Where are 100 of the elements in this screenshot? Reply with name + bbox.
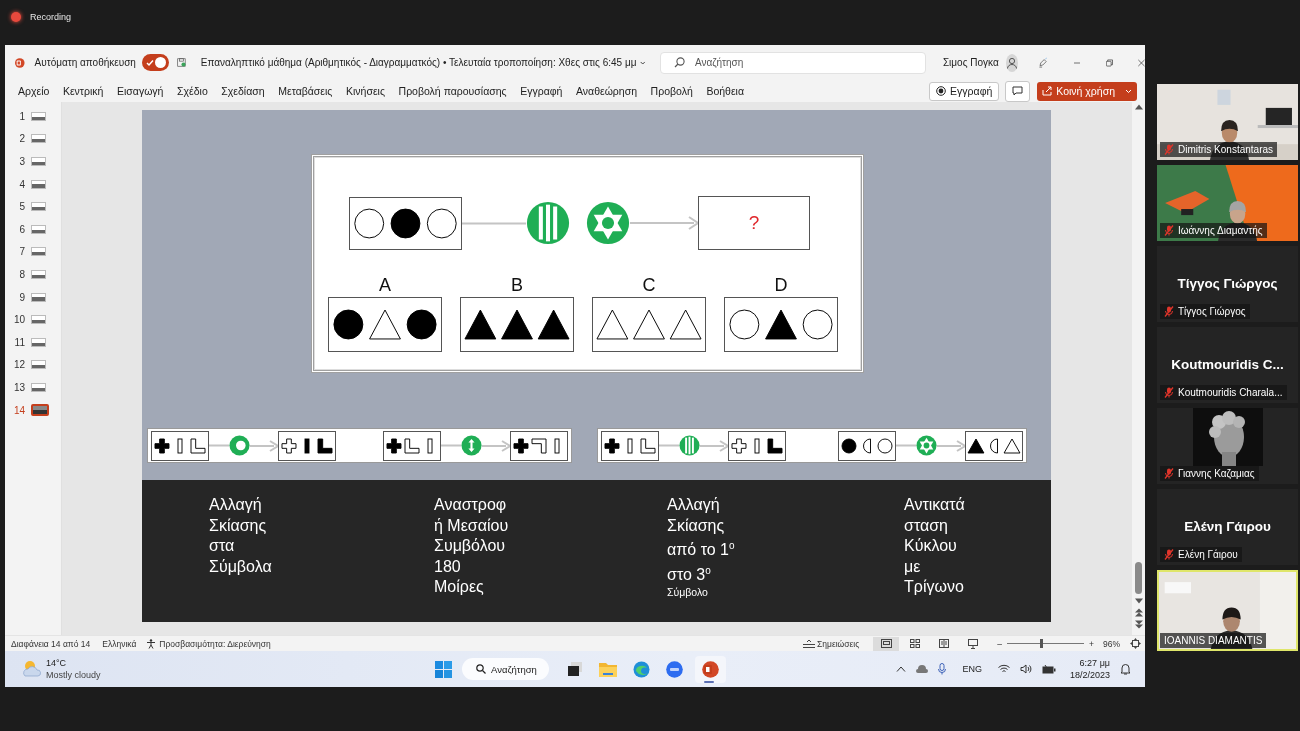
slide-thumbnail[interactable]	[31, 111, 46, 121]
scroll-thumb[interactable]	[1135, 562, 1142, 594]
slider-thumb[interactable]	[1040, 639, 1044, 648]
record-button[interactable]: Εγγραφή	[929, 81, 1000, 101]
browser-icon[interactable]	[632, 660, 650, 678]
muted-mic-icon[interactable]	[1164, 306, 1174, 317]
ring-icon	[229, 435, 250, 456]
powerpoint-logo-icon	[15, 55, 25, 70]
slide-thumbnail[interactable]	[31, 315, 46, 325]
save-icon[interactable]	[176, 56, 186, 69]
battery-icon[interactable]	[1041, 664, 1056, 674]
star-circle-icon	[916, 435, 937, 456]
option-letter: B	[511, 274, 523, 297]
muted-mic-icon[interactable]	[1164, 387, 1174, 398]
slide-number: 1	[18, 110, 25, 122]
taskbar-search[interactable]: Αναζήτηση	[462, 658, 549, 680]
menu-tab[interactable]: Προβολή	[645, 83, 698, 99]
scroll-down-icon[interactable]	[1134, 598, 1143, 604]
caption-text: Αλλαγή Σκίασης στα Σύμβολα	[209, 495, 273, 577]
zoom-app-icon[interactable]	[665, 660, 683, 678]
temperature-label: 14°C	[46, 657, 68, 669]
participant-name-text: Dimitris Konstantaras	[1178, 144, 1274, 155]
accessibility-icon	[146, 638, 157, 649]
recording-label: Recording	[30, 11, 72, 22]
search-field[interactable]: Αναζήτηση	[659, 51, 926, 74]
slide-thumbnail[interactable]	[31, 382, 46, 392]
participant-display-name: Τίγγος Γιώργος	[1177, 276, 1278, 292]
start-icon[interactable]	[435, 660, 452, 678]
scroll-up-icon[interactable]	[1134, 104, 1143, 110]
toggle-knob[interactable]	[154, 57, 166, 68]
restore-icon[interactable]	[1106, 57, 1114, 68]
slide-thumbnail[interactable]	[31, 134, 46, 144]
slide-thumbnail[interactable]	[31, 202, 46, 212]
slide-number: 11	[13, 336, 25, 348]
caption-text: Αντικατά σταση Κύκλου με Τρίγωνο	[904, 495, 966, 597]
menu-tab[interactable]: Σχέδιο	[172, 83, 213, 99]
slide-number: 5	[18, 201, 25, 213]
menu-tab[interactable]: Κεντρική	[57, 83, 109, 99]
connector-line	[896, 444, 916, 447]
share-button[interactable]: Κοινή χρήση	[1037, 81, 1137, 101]
clock-time: 6:27 μμ	[1079, 657, 1110, 669]
muted-mic-icon[interactable]	[1164, 225, 1174, 236]
menu-tab[interactable]: Αναθεώρηση	[571, 83, 642, 99]
slide-thumbnail[interactable]	[31, 247, 46, 257]
slide-thumbnail[interactable]	[31, 292, 46, 302]
pen-icon[interactable]	[1037, 55, 1048, 70]
slide-number: 10	[12, 314, 25, 326]
slide-thumbnail[interactable]	[31, 157, 46, 166]
option-letter: A	[379, 274, 391, 297]
muted-mic-icon[interactable]	[1164, 549, 1174, 560]
slide-thumbnail[interactable]	[31, 224, 46, 234]
participant-name-text: Koutmouridis Charala...	[1178, 387, 1283, 398]
autosave-toggle[interactable]	[141, 54, 169, 71]
folder-icon[interactable]	[598, 661, 617, 677]
participant-display-name: Ελένη Γάιρου	[1184, 519, 1271, 535]
clock-date: 18/2/2023	[1069, 669, 1110, 681]
accessibility-status[interactable]: Προσβασιμότητα: Διερεύνηση	[146, 638, 271, 649]
menu-tab[interactable]: Εισαγωγή	[112, 83, 169, 99]
task-view-icon[interactable]	[566, 661, 583, 677]
comments-button[interactable]	[1005, 80, 1031, 102]
notification-icon[interactable]	[1120, 663, 1131, 675]
menu-tab[interactable]: Βοήθεια	[701, 83, 749, 99]
weather-label: Mostly cloudy	[46, 669, 101, 681]
fit-to-window-icon[interactable]	[1130, 638, 1141, 649]
menu-tab[interactable]: Κινήσεις	[340, 83, 390, 99]
microphone-icon[interactable]	[938, 663, 947, 675]
slide-thumbnail[interactable]	[31, 360, 46, 370]
search-icon	[673, 57, 685, 68]
powerpoint-app-icon[interactable]	[694, 655, 726, 683]
cloud-icon[interactable]	[916, 665, 929, 673]
speaker-icon[interactable]	[1019, 664, 1032, 674]
slide-thumbnail[interactable]	[31, 337, 46, 347]
normal-view-icon[interactable]	[873, 636, 900, 651]
menu-tab[interactable]: Μεταβάσεις	[273, 83, 338, 99]
menu-tab[interactable]: Εγγραφή	[515, 83, 568, 99]
participant-name-text: Ιωάννης Διαμαντής	[1178, 225, 1263, 236]
menu-tab[interactable]: Αρχείο	[13, 83, 55, 99]
language-label[interactable]: Ελληνικά	[102, 638, 137, 649]
notes-button[interactable]: Σημειώσεις	[803, 638, 860, 649]
caption-text: Αλλαγή Σκίασης από το 1$^{ο}$ στο 3$^{ο}$	[667, 495, 736, 586]
zoom-in-button[interactable]: +	[1086, 638, 1097, 649]
chevron-up-icon[interactable]	[896, 666, 907, 672]
muted-mic-icon[interactable]	[1164, 468, 1174, 479]
next-slide-icon[interactable]	[1134, 620, 1143, 629]
wifi-icon[interactable]	[997, 664, 1010, 674]
zoom-percent[interactable]: 96%	[1103, 638, 1120, 649]
slide-thumbnail[interactable]	[31, 269, 46, 279]
slide-thumbnail[interactable]	[31, 179, 46, 189]
slide-thumbnail[interactable]	[31, 404, 49, 416]
input-language[interactable]: ENG	[962, 664, 982, 674]
menu-tab[interactable]: Σχεδίαση	[216, 83, 270, 99]
zoom-out-button[interactable]: –	[994, 638, 1005, 649]
close-icon[interactable]	[1138, 57, 1145, 68]
caret-icon[interactable]	[640, 59, 646, 66]
slide-number: 3	[18, 156, 25, 167]
avatar-icon[interactable]	[1005, 53, 1018, 72]
caret-icon	[1125, 88, 1132, 94]
search-icon	[476, 664, 486, 674]
menu-tab[interactable]: Προβολή παρουσίασης	[393, 83, 512, 99]
previous-slide-icon[interactable]	[1134, 608, 1143, 617]
